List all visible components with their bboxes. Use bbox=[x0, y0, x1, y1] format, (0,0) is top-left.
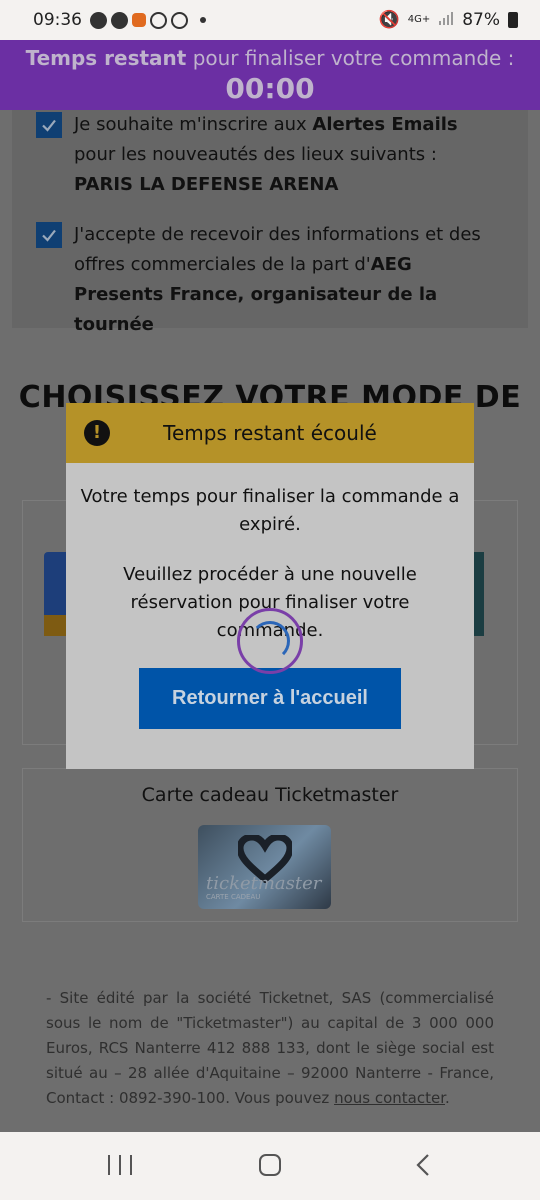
signal-icon bbox=[438, 10, 454, 31]
consent-email-alerts: Je souhaite m'inscrire aux Alertes Email… bbox=[36, 110, 496, 200]
gift-card-sub: CARTE CADEAU bbox=[206, 893, 261, 901]
pinwheel-icon bbox=[150, 11, 167, 29]
legal-footer: - Site édité par la société Ticketnet, S… bbox=[46, 989, 494, 1107]
timer-label-rest: pour finaliser votre commande : bbox=[192, 46, 515, 70]
modal-header: ! Temps restant écoulé bbox=[66, 403, 474, 463]
status-time: 09:36 bbox=[33, 10, 82, 30]
back-button[interactable] bbox=[413, 1153, 433, 1177]
gift-card-label: Carte cadeau Ticketmaster bbox=[141, 784, 399, 806]
return-home-button[interactable]: Retourner à l'accueil bbox=[139, 668, 401, 729]
brave-icon bbox=[132, 13, 146, 27]
commercial-offers-checkbox[interactable] bbox=[36, 222, 62, 248]
consent-commercial-offers: J'accepte de recevoir des informations e… bbox=[36, 220, 496, 340]
more-notifications-icon bbox=[200, 17, 206, 23]
battery-percent: 87% bbox=[462, 10, 500, 30]
email-alerts-checkbox[interactable] bbox=[36, 112, 62, 138]
email-alerts-label: Je souhaite m'inscrire aux Alertes Email… bbox=[74, 114, 458, 195]
timeout-modal: ! Temps restant écoulé Votre temps pour … bbox=[66, 403, 474, 769]
gift-card-brand: ticketmaster bbox=[206, 873, 322, 894]
recent-apps-button[interactable] bbox=[108, 1155, 132, 1175]
mute-icon: 🔇 bbox=[378, 10, 400, 30]
checkmark-icon bbox=[42, 229, 56, 242]
messages-icon bbox=[111, 11, 128, 29]
warning-icon: ! bbox=[84, 420, 110, 446]
home-button[interactable] bbox=[259, 1154, 281, 1176]
checkmark-icon bbox=[42, 119, 56, 132]
modal-title: Temps restant écoulé bbox=[163, 421, 377, 445]
modal-message-expired: Votre temps pour finaliser la commande a… bbox=[80, 486, 460, 535]
whatsapp-icon bbox=[90, 11, 107, 29]
timer-label-bold: Temps restant bbox=[25, 46, 187, 70]
notification-icons bbox=[90, 11, 206, 29]
timer-countdown: 00:00 bbox=[225, 72, 315, 105]
loading-spinner-arc bbox=[250, 621, 290, 661]
gift-card-image[interactable]: ticketmaster CARTE CADEAU bbox=[198, 825, 331, 909]
timer-banner: Temps restant pour finaliser votre comma… bbox=[0, 40, 540, 110]
network-indicator: 4G+ bbox=[407, 14, 431, 25]
battery-icon bbox=[508, 12, 518, 28]
contact-link[interactable]: nous contacter bbox=[334, 1089, 445, 1107]
timer-label: Temps restant pour finaliser votre comma… bbox=[0, 40, 540, 70]
pinwheel-icon bbox=[171, 11, 188, 29]
status-bar: 09:36 🔇 4G+ 87% bbox=[0, 0, 540, 40]
commercial-offers-label: J'accepte de recevoir des informations e… bbox=[74, 224, 481, 335]
